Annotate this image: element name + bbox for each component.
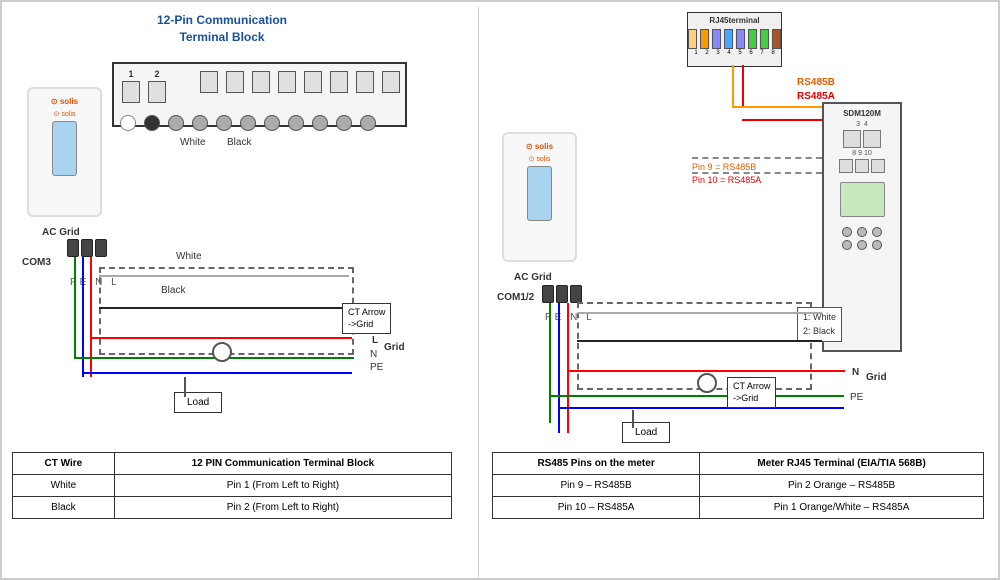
black-label-terminal: Black [227, 137, 251, 148]
inverter-right: ⊙ solis ⊙ solis [502, 132, 577, 262]
center-divider [478, 7, 479, 577]
table-left-col1: CT Wire [13, 453, 115, 475]
n-label-left: N [370, 349, 377, 360]
terminal-slot-8 [304, 69, 322, 93]
table-row: Black Pin 2 (From Left to Right) [13, 497, 452, 519]
wire-blue-left [82, 257, 84, 377]
table-left-col2: 12 PIN Communication Terminal Block [114, 453, 451, 475]
pe-label-right: PE [850, 392, 863, 403]
com12-label: COM1/2 [497, 292, 534, 303]
terminal-slot-4 [200, 69, 218, 93]
sdm-display [840, 182, 885, 217]
wire-to-load-left [184, 377, 186, 397]
white-label-terminal: White [180, 137, 206, 148]
sdm-label: SDM120M [843, 109, 881, 118]
wire-green-left [74, 257, 76, 357]
grid-label-left: Grid [384, 342, 405, 353]
wire-rs485a-v [742, 65, 744, 107]
com3-label: COM3 [22, 257, 51, 268]
connectors-right [542, 285, 582, 303]
ct-arrow-box-right: CT Arrow ->Grid [727, 377, 776, 408]
load-box-left: Load [174, 392, 222, 413]
dashed-pin9 [692, 157, 822, 159]
solis-logo-left: ⊙ solis [51, 97, 78, 106]
wire-black-right [577, 340, 822, 342]
dashed-pin10 [692, 172, 822, 174]
wire-blue-right-h [558, 407, 844, 409]
n-label-right: N [852, 367, 859, 378]
terminal-slot-6 [252, 69, 270, 93]
wire-rs485b-v [732, 65, 734, 107]
inverter-screen-right [527, 166, 552, 221]
inverter-left: ⊙ solis ⊙ solis [27, 87, 102, 217]
table-right-col2: Meter RJ45 Terminal (EIA/TIA 568B) [700, 453, 984, 475]
wire-green-right-v [549, 303, 551, 423]
rj45-pins [688, 29, 781, 49]
rs485a-label: RS485A [797, 91, 835, 102]
rj45-terminal: RJ45terminal 1 2 3 4 5 6 7 8 [687, 12, 782, 67]
l-label-left: L [372, 335, 378, 346]
ct-circle-right [697, 373, 717, 393]
wire-white-left [99, 275, 349, 277]
load-box-right: Load [622, 422, 670, 443]
wire-rs485a-h [742, 119, 827, 121]
left-diagram: 12-Pin Communication Terminal Block 1 2 [12, 7, 462, 437]
wire-white-right [577, 312, 822, 314]
terminal-slot-10 [356, 69, 374, 93]
table-row: Pin 10 – RS485A Pin 1 Orange/White – RS4… [493, 497, 984, 519]
terminal-slot-3 [174, 69, 192, 93]
wire-black-left [99, 307, 349, 309]
ct-arrow-box-left: CT Arrow ->Grid [342, 303, 391, 334]
terminal-slot-5 [226, 69, 244, 93]
inverter-screen-left [52, 121, 77, 176]
wire-red-right-h [567, 370, 845, 372]
wire-red-h-left [90, 337, 352, 339]
table-right-col1: RS485 Pins on the meter [493, 453, 700, 475]
ct-box-right [577, 302, 812, 390]
solis-logo-right: ⊙ solis [526, 142, 553, 151]
terminal-slot-7 [278, 69, 296, 93]
terminal-slot-9 [330, 69, 348, 93]
ct-circle-left [212, 342, 232, 362]
table-right: RS485 Pins on the meter Meter RJ45 Termi… [492, 452, 984, 519]
pin10-label: Pin 10 = RS485A [692, 175, 761, 185]
wire-rs485b-h [732, 106, 827, 108]
terminal-block-title: 12-Pin Communication Terminal Block [157, 12, 287, 46]
wire-red-left [90, 257, 92, 377]
pin9-label: Pin 9 = RS485B [692, 162, 756, 172]
table-left: CT Wire 12 PIN Communication Terminal Bl… [12, 452, 452, 519]
terminal-slot-11 [382, 69, 400, 93]
terminal-slot-1: 1 [122, 69, 140, 103]
pe-label-left: PE [370, 362, 383, 373]
wire-red-right-v [567, 303, 569, 433]
rs485b-label: RS485B [797, 77, 835, 88]
white-wire-label-left: White [176, 251, 202, 262]
table-row: White Pin 1 (From Left to Right) [13, 475, 452, 497]
black-wire-label-left: Black [161, 285, 185, 296]
connectors-left [67, 239, 107, 257]
main-container: 12-Pin Communication Terminal Block 1 2 [0, 0, 1000, 580]
ct-box-left: White Black [99, 267, 354, 355]
terminal-circles [120, 115, 376, 131]
wire-blue-h-left [82, 372, 352, 374]
wire-to-load-right [632, 410, 634, 428]
right-diagram: RJ45terminal 1 2 3 4 5 6 7 8 [492, 7, 987, 447]
table-row: Pin 9 – RS485B Pin 2 Orange – RS485B [493, 475, 984, 497]
wire-green-right-h [549, 395, 844, 397]
ac-grid-label-left: AC Grid [42, 227, 80, 238]
ac-grid-label-right: AC Grid [514, 272, 552, 283]
rj45-label: RJ45terminal [709, 16, 759, 25]
grid-label-right: Grid [866, 372, 887, 383]
wire-blue-right-v [558, 303, 560, 433]
terminal-slot-2: 2 [148, 69, 166, 103]
